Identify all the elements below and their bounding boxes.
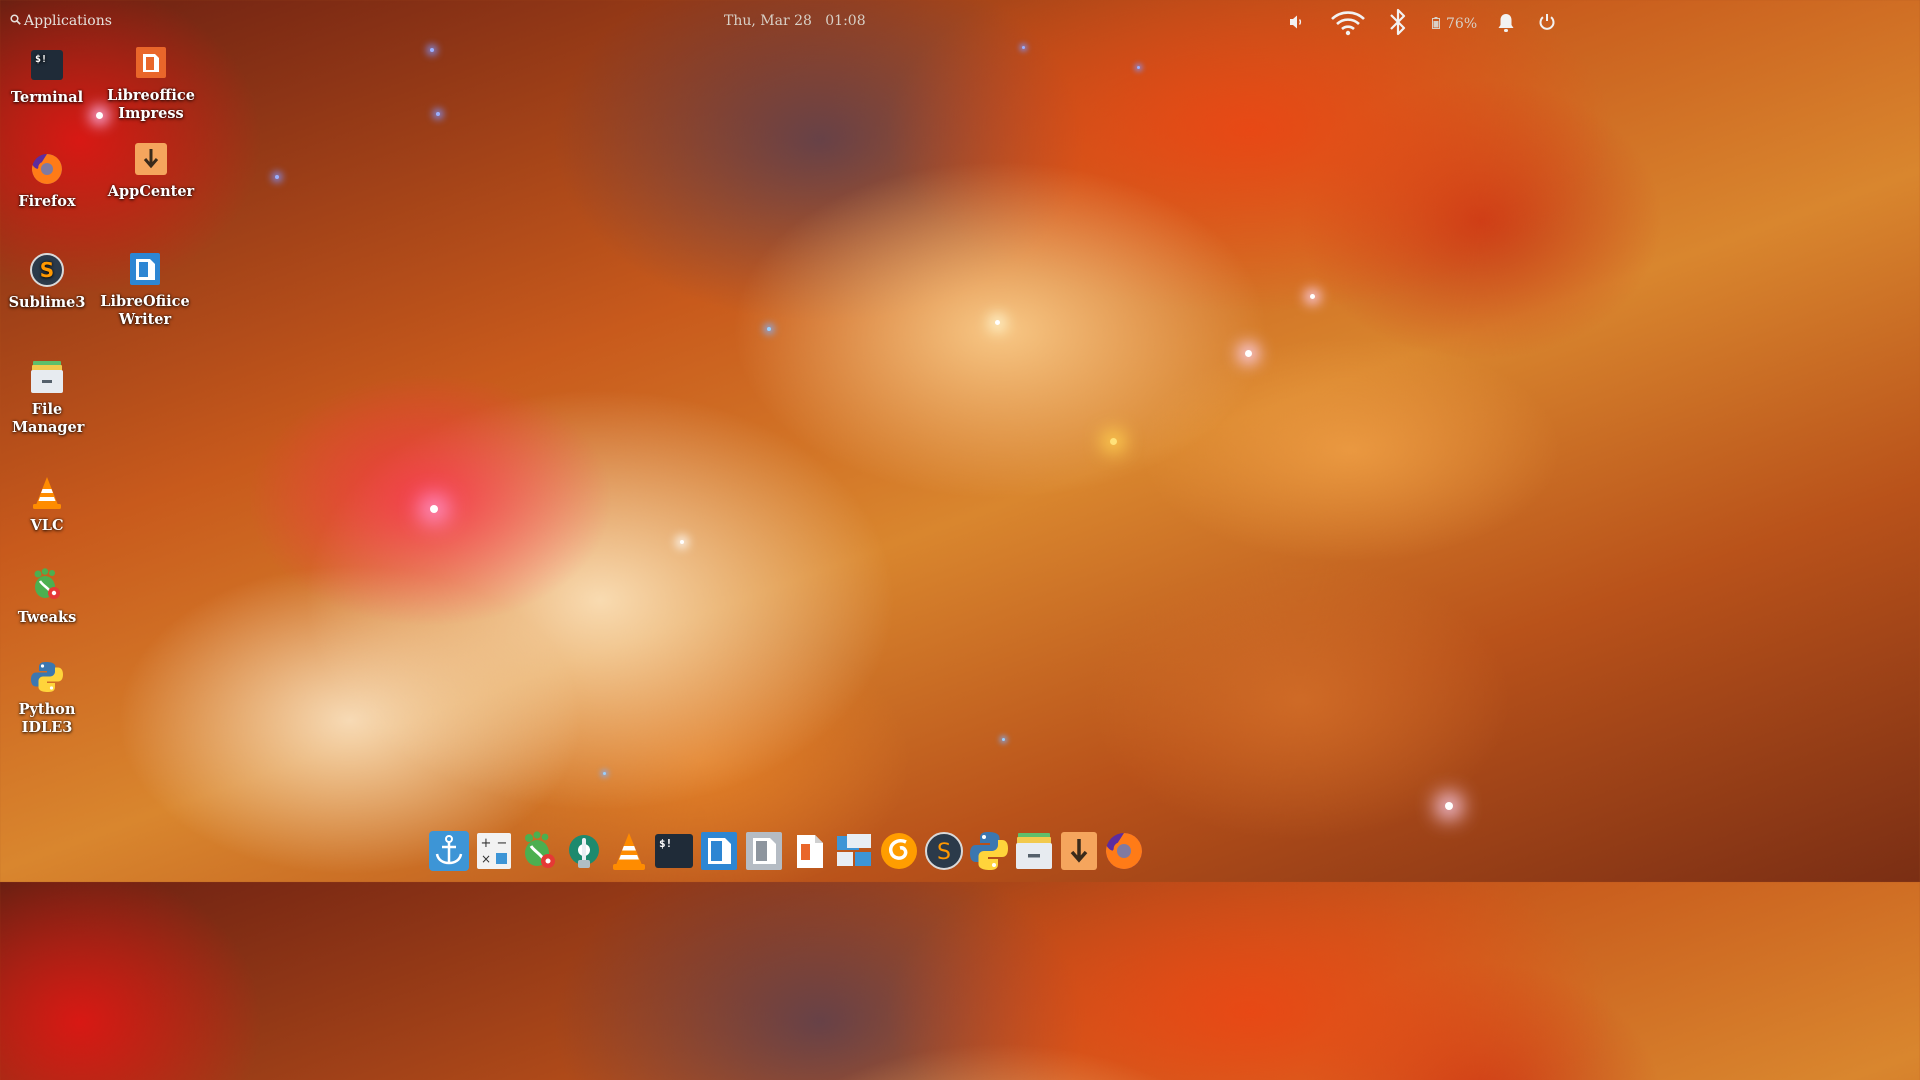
desktop-icon-label: AppCenter	[107, 183, 195, 200]
top-panel: Applications Thu, Mar 28 01:08 76%	[0, 0, 1568, 44]
swirl-app-icon	[878, 830, 920, 872]
desktop-icon-label: Libreoffice Impress	[107, 87, 195, 122]
tweaks-icon	[29, 567, 65, 603]
terminal-icon: $!	[653, 830, 695, 872]
dock-appcenter[interactable]	[1058, 830, 1100, 872]
desktop-icon-firefox[interactable]: Firefox	[0, 151, 95, 211]
svg-text:S: S	[937, 840, 951, 865]
desktop-icon-label: VLC	[30, 517, 64, 534]
dock-python[interactable]	[968, 830, 1010, 872]
anchor-icon	[428, 830, 470, 872]
dock-calculator[interactable]: + − ×	[473, 830, 515, 872]
volume-icon[interactable]	[1288, 14, 1306, 34]
sublime-icon: S	[923, 830, 965, 872]
applications-label: Applications	[24, 13, 112, 29]
dock-firefox[interactable]	[1103, 830, 1145, 872]
desktop-icon-terminal[interactable]: $! Terminal	[0, 47, 95, 107]
desktop-icon-vlc[interactable]: VLC	[0, 475, 95, 535]
dock: + − × $! S	[428, 830, 1145, 872]
dock-vlc[interactable]	[608, 830, 650, 872]
desktop-icon-libreoffice-writer[interactable]: LibreOfiice Writer	[97, 251, 193, 329]
desktop-icon-tweaks[interactable]: Tweaks	[0, 567, 95, 627]
multitasking-icon	[833, 830, 875, 872]
file-manager-icon	[1013, 830, 1055, 872]
desktop-icon-appcenter[interactable]: AppCenter	[103, 141, 199, 201]
desktop-icon-sublime[interactable]: S Sublime3	[0, 252, 95, 312]
desktop-icon-label: Firefox	[18, 193, 76, 210]
desktop-icon-file-manager[interactable]: File Manager	[0, 359, 95, 437]
dock-writer[interactable]	[698, 830, 740, 872]
firefox-icon	[1103, 830, 1145, 872]
dock-terminal[interactable]: $!	[653, 830, 695, 872]
desktop-icon-label: LibreOfiice Writer	[100, 293, 190, 328]
desktop-icon-libreoffice-impress[interactable]: Libreoffice Impress	[103, 45, 199, 123]
impress-icon	[788, 830, 830, 872]
svg-text:×: ×	[481, 852, 491, 866]
dock-document[interactable]	[743, 830, 785, 872]
svg-text:−: −	[497, 836, 508, 851]
svg-text:$!: $!	[659, 837, 672, 850]
system-tray: 76%	[1268, 0, 1568, 44]
dock-multitasking[interactable]	[833, 830, 875, 872]
desktop-icon-label: Tweaks	[17, 609, 77, 626]
firefox-icon	[29, 151, 65, 187]
appcenter-icon	[133, 141, 169, 177]
svg-text:S: S	[40, 258, 54, 282]
bluetooth-icon[interactable]	[1388, 6, 1408, 42]
sublime-icon: S	[29, 252, 65, 288]
applications-menu-button[interactable]: Applications	[10, 13, 112, 29]
notifications-icon[interactable]	[1497, 13, 1515, 37]
libreoffice-writer-icon	[127, 251, 163, 287]
dock-impress[interactable]	[788, 830, 830, 872]
desktop-icon-python-idle[interactable]: Python IDLE3	[0, 659, 95, 737]
battery-indicator[interactable]: 76%	[1432, 14, 1477, 33]
python-icon	[968, 830, 1010, 872]
libreoffice-impress-icon	[133, 45, 169, 81]
svg-text:+: +	[481, 836, 492, 851]
vlc-icon	[29, 475, 65, 511]
file-manager-icon	[29, 359, 65, 395]
dock-sublime[interactable]: S	[923, 830, 965, 872]
dock-file-manager[interactable]	[1013, 830, 1055, 872]
python-icon	[29, 659, 65, 695]
desktop-icon-label: Sublime3	[8, 294, 86, 311]
desktop-icon-label: Terminal	[10, 89, 84, 106]
battery-percent: 76%	[1446, 15, 1478, 32]
calculator-icon: + − ×	[473, 830, 515, 872]
desktop-icon-label: Python IDLE3	[18, 701, 76, 736]
dock-swirl-app[interactable]	[878, 830, 920, 872]
power-icon[interactable]	[1538, 13, 1556, 35]
vlc-icon	[608, 830, 650, 872]
clock[interactable]: Thu, Mar 28 01:08	[724, 13, 866, 29]
settings-icon	[563, 830, 605, 872]
dock-tweaks[interactable]	[518, 830, 560, 872]
svg-text:$!: $!	[35, 54, 47, 65]
dock-anchor[interactable]	[428, 830, 470, 872]
terminal-icon: $!	[29, 47, 65, 83]
document-icon	[743, 830, 785, 872]
battery-icon	[1432, 14, 1440, 33]
tweaks-icon	[518, 830, 560, 872]
dock-settings[interactable]	[563, 830, 605, 872]
desktop-icon-label: File Manager	[12, 401, 85, 436]
appcenter-icon	[1058, 830, 1100, 872]
writer-icon	[698, 830, 740, 872]
search-icon	[10, 13, 21, 29]
wifi-icon[interactable]	[1330, 10, 1366, 40]
